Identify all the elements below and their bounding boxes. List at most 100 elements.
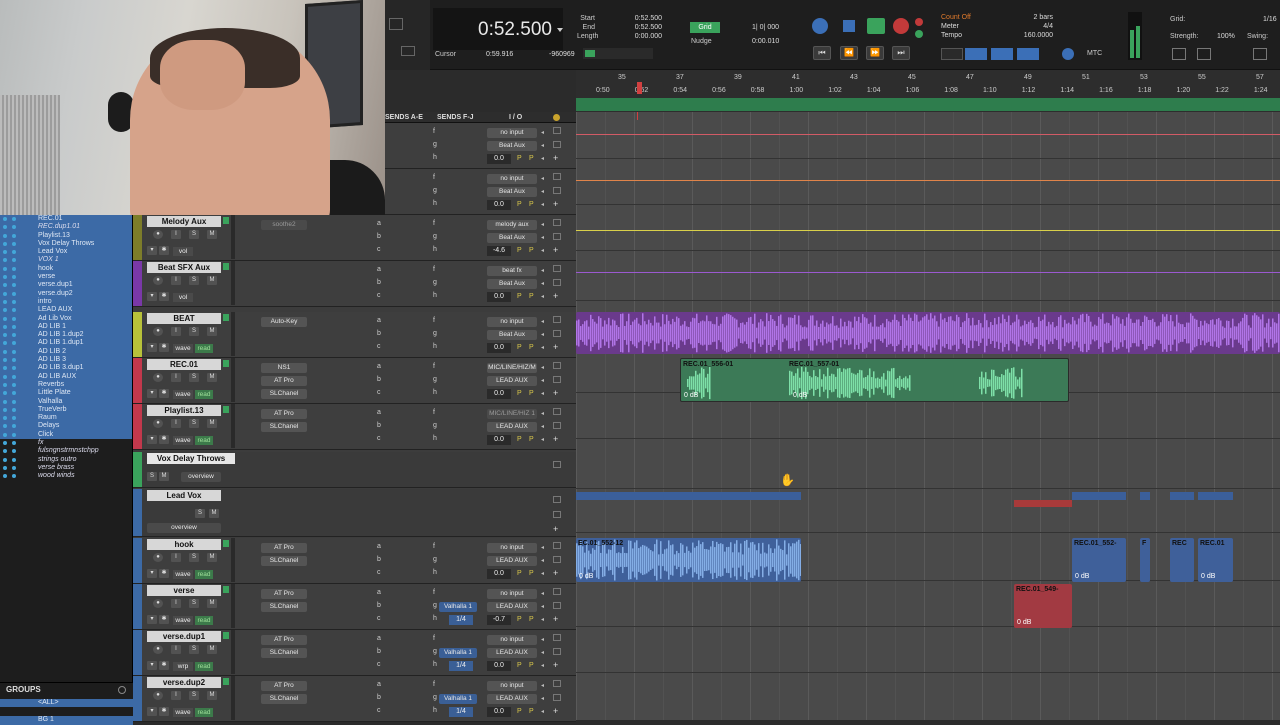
track-list-item[interactable]: intro — [0, 297, 132, 307]
visibility-dot-icon[interactable] — [3, 333, 7, 338]
input-selector[interactable]: MIC/LINE/HIZ/M — [487, 363, 537, 373]
output-selector[interactable]: LEAD AUX — [487, 694, 537, 704]
folder-track-lead-vox[interactable]: Lead Vox S M overview + — [133, 489, 576, 537]
pan-indicator[interactable]: P — [517, 344, 522, 351]
send-slot-fj[interactable]: f — [433, 317, 435, 324]
clip-hook[interactable]: EC.01_552-12 0 dB — [576, 538, 801, 582]
visibility-dot-icon[interactable] — [3, 407, 7, 412]
visibility-dot-icon[interactable] — [3, 225, 7, 230]
clip-rec-01[interactable]: REC.01_556-01 REC.01_557-01 0 dB 0 dB — [680, 358, 1069, 402]
track-list-item[interactable]: verse.dup1 — [0, 281, 132, 290]
insert-slot[interactable]: AT Pro — [261, 681, 307, 691]
active-dot-icon[interactable] — [12, 250, 16, 255]
volume-value[interactable]: 0.0 — [487, 435, 511, 445]
elastic-audio-icon[interactable]: ✱ — [159, 615, 169, 624]
send-level[interactable]: 1/4 — [449, 661, 473, 671]
solo-button[interactable]: S — [189, 230, 199, 239]
elastic-audio-icon[interactable]: ✱ — [159, 569, 169, 578]
input-selector[interactable]: beat fx — [487, 266, 537, 276]
send-slot-ae[interactable]: c — [377, 569, 381, 576]
visibility-dot-icon[interactable] — [3, 341, 7, 346]
selector-arrow-icon[interactable]: ◂ — [541, 377, 544, 384]
folder-track-vox-delay[interactable]: Vox Delay Throws overview S M — [133, 452, 576, 488]
track-list-item[interactable]: fulsngnstrmnstchpp — [0, 447, 132, 455]
visibility-dot-icon[interactable] — [3, 449, 7, 454]
pan-indicator[interactable]: P — [529, 390, 534, 397]
active-dot-icon[interactable] — [12, 316, 16, 321]
track-list-item[interactable]: Lead Vox — [0, 248, 132, 257]
send-slot-fj[interactable]: h — [433, 389, 437, 396]
clip-hook-4[interactable]: REC — [1170, 538, 1194, 582]
insert-slot[interactable]: AT Pro — [261, 543, 307, 553]
pan-indicator[interactable]: P — [529, 201, 534, 208]
start-value[interactable]: 0:52.500 — [630, 14, 662, 23]
add-track-icon[interactable]: + — [553, 199, 558, 209]
active-dot-icon[interactable] — [12, 441, 16, 446]
playlist-icon[interactable]: ▾ — [147, 343, 157, 352]
active-dot-icon[interactable] — [12, 258, 16, 263]
record-arm-button[interactable]: ● — [153, 691, 163, 700]
insert-slot[interactable]: AT Pro — [261, 409, 307, 419]
rewind-button[interactable]: ⏪ — [840, 46, 858, 60]
input-selector[interactable]: no input — [487, 589, 537, 599]
track-list-item[interactable]: Click — [0, 430, 132, 440]
track-list-item[interactable]: AD LIB 3.dup1 — [0, 364, 132, 373]
input-selector[interactable]: no input — [487, 174, 537, 184]
selector-arrow-icon[interactable]: ◂ — [541, 603, 544, 610]
track-list-item[interactable]: strings outro — [0, 456, 132, 464]
send-slot-ae[interactable]: b — [377, 330, 381, 337]
insert-slot[interactable]: AT Pro — [261, 635, 307, 645]
selector-arrow-icon[interactable]: ◂ — [541, 188, 544, 195]
pan-indicator[interactable]: P — [529, 662, 534, 669]
view-mode[interactable]: wave — [173, 436, 193, 445]
selector-arrow-icon[interactable]: ◂ — [541, 410, 544, 417]
send-slot-ae[interactable]: a — [377, 681, 381, 688]
send-slot-fj[interactable]: g — [433, 376, 437, 383]
send-slot-ae[interactable]: c — [377, 343, 381, 350]
visibility-dot-icon[interactable] — [3, 457, 7, 462]
view-mode[interactable]: wave — [173, 390, 193, 399]
record-arm-button[interactable]: ● — [153, 553, 163, 562]
send-slot-fj[interactable]: f — [433, 589, 435, 596]
pan-indicator[interactable]: P — [529, 570, 534, 577]
mute-button[interactable]: M — [207, 553, 217, 562]
send-slot-fj[interactable]: h — [433, 343, 437, 350]
send-slot-ae[interactable]: c — [377, 246, 381, 253]
selector-arrow-icon[interactable]: ◂ — [541, 662, 544, 669]
track-collapse-icon[interactable] — [553, 694, 561, 701]
view-mode[interactable]: wave — [173, 708, 193, 717]
send-slot-fj[interactable]: g — [433, 556, 437, 563]
view-mode[interactable]: wrp — [173, 662, 193, 671]
visibility-dot-icon[interactable] — [3, 258, 7, 263]
send-fx-slot[interactable]: Valhalla 1 — [439, 602, 477, 612]
mute-button[interactable]: M — [207, 373, 217, 382]
send-slot-fj[interactable]: g — [433, 602, 437, 609]
track-list-item[interactable]: Vox Delay Throws — [0, 239, 132, 249]
send-slot-fj[interactable]: g — [433, 233, 437, 240]
window-icon[interactable] — [401, 46, 415, 56]
track-list-item[interactable]: Playlist.13 — [0, 231, 132, 240]
play-button[interactable] — [867, 18, 885, 34]
settings-icon[interactable] — [1253, 48, 1267, 60]
volume-value[interactable]: 0.0 — [487, 154, 511, 164]
track-collapse-icon[interactable] — [553, 556, 561, 563]
go-to-end-button[interactable]: ⏭ — [892, 46, 910, 60]
insert-slot[interactable]: SLChanel — [261, 556, 307, 566]
visibility-dot-icon[interactable] — [3, 391, 7, 396]
solo-button[interactable]: S — [147, 472, 157, 481]
insert-slot[interactable]: Auto-Key — [261, 317, 307, 327]
input-monitor-button[interactable]: I — [171, 691, 181, 700]
track-list-item[interactable]: Little Plate — [0, 389, 132, 398]
send-slot-ae[interactable]: c — [377, 435, 381, 442]
send-slot-ae[interactable]: a — [377, 220, 381, 227]
record-button[interactable] — [893, 18, 909, 34]
visibility-dot-icon[interactable] — [3, 250, 7, 255]
wait-note-button[interactable] — [965, 48, 987, 60]
active-dot-icon[interactable] — [12, 266, 16, 271]
active-dot-icon[interactable] — [12, 391, 16, 396]
send-slot-ae[interactable]: b — [377, 422, 381, 429]
visibility-dot-icon[interactable] — [3, 241, 7, 246]
active-dot-icon[interactable] — [12, 424, 16, 429]
selector-arrow-icon[interactable]: ◂ — [541, 129, 544, 136]
visibility-dot-icon[interactable] — [3, 233, 7, 238]
